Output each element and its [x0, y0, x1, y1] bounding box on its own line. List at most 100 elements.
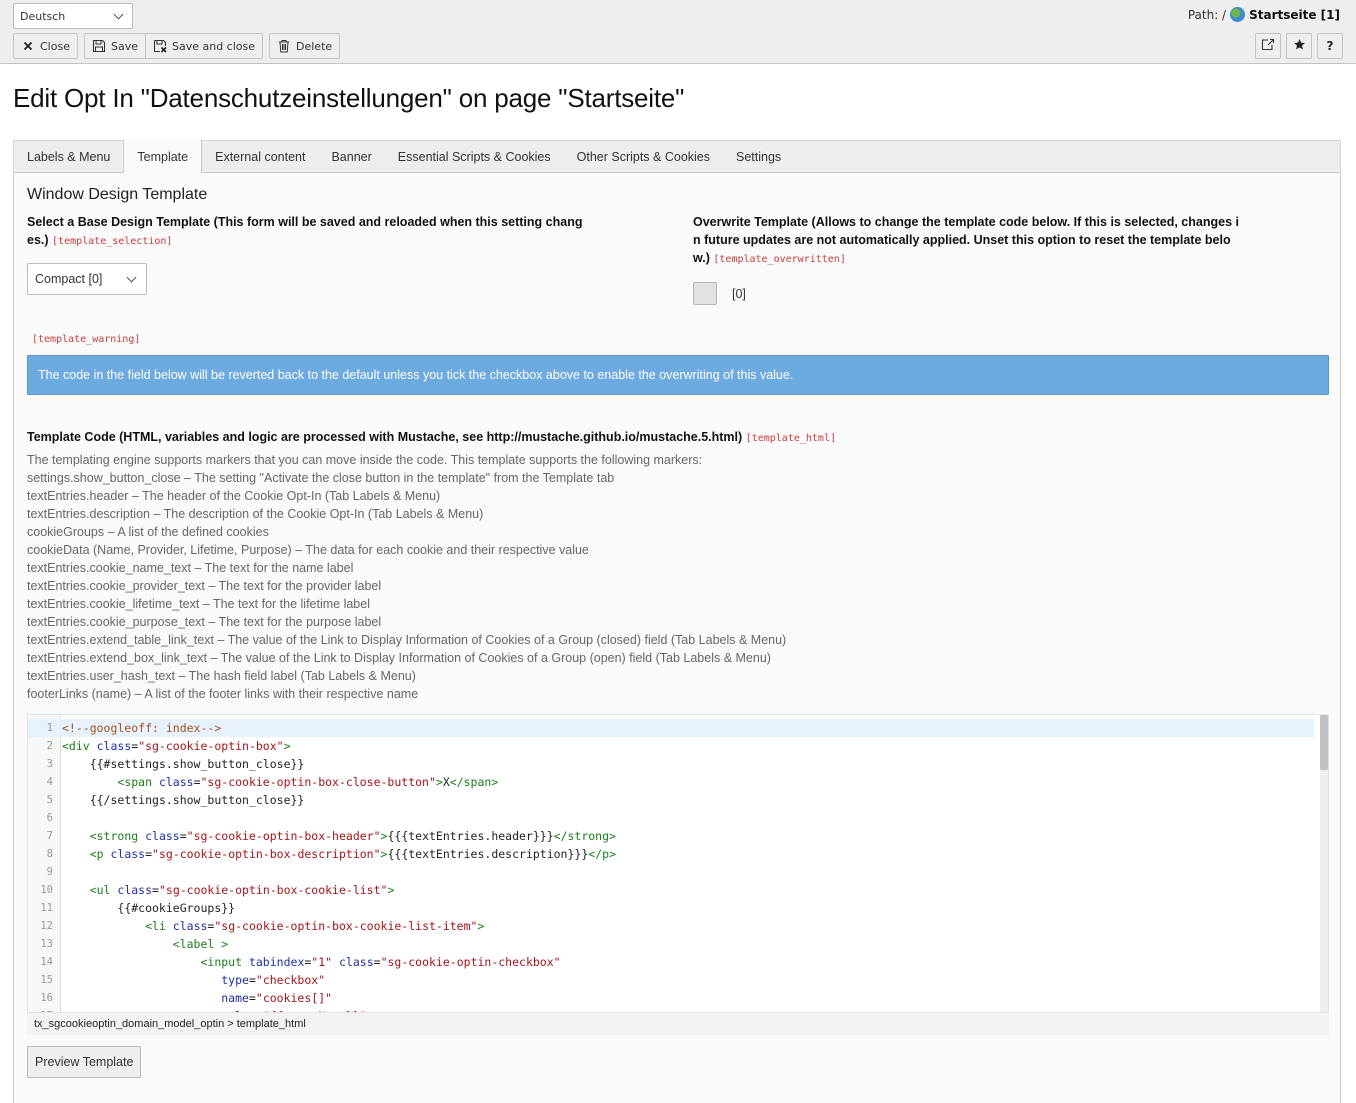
code-line[interactable]: 4 <span class="sg-cookie-optin-box-close…: [28, 773, 1314, 791]
code-text: name="cookies[]": [57, 989, 332, 1007]
code-token-txt: =: [152, 883, 159, 897]
code-line[interactable]: 15 type="checkbox": [28, 971, 1314, 989]
line-number: 7: [46, 830, 53, 842]
description-line: textEntries.cookie_purpose_text – The te…: [27, 615, 382, 629]
close-icon: [21, 39, 35, 53]
save-button[interactable]: Save: [83, 33, 146, 59]
line-number: 8: [46, 848, 53, 860]
language-select[interactable]: Deutsch: [13, 3, 133, 29]
code-token-str: "sg-cookie-optin-box": [138, 739, 284, 753]
code-line[interactable]: 14 <input tabindex="1" class="sg-cookie-…: [28, 953, 1314, 971]
overwrite-template-checkbox[interactable]: [693, 282, 717, 305]
delete-button-label: Delete: [296, 39, 333, 53]
code-line[interactable]: 1 <!--googleoff: index-->: [28, 719, 1314, 737]
chevron-down-icon: [113, 9, 124, 19]
page-title: Edit Opt In "Datenschutzeinstellungen" o…: [13, 83, 685, 113]
code-line[interactable]: 11 {{#cookieGroups}}: [28, 899, 1314, 917]
bookmark-button[interactable]: [1286, 33, 1312, 59]
description-line: textEntries.cookie_name_text – The text …: [27, 561, 354, 575]
tab-external-content[interactable]: External content: [202, 141, 318, 172]
code-line[interactable]: 10 <ul class="sg-cookie-optin-box-cookie…: [28, 881, 1314, 899]
editor-status-path-text: tx_sgcookieoptin_domain_model_optin > te…: [34, 1018, 306, 1030]
help-button[interactable]: ?: [1317, 33, 1343, 59]
code-line[interactable]: 6: [28, 809, 1314, 827]
code-text: <strong class="sg-cookie-optin-box-heade…: [57, 827, 616, 845]
template-tab-panel: Window Design Template Select a Base Des…: [13, 173, 1341, 1103]
overwrite-label-line1: Overwrite Template (Allows to change the…: [693, 215, 1239, 229]
tab-template[interactable]: Template: [123, 140, 203, 173]
code-token-txt: {{/settings.show_button_close}}: [89, 793, 305, 807]
description-line: cookieGroups – A list of the defined coo…: [27, 525, 269, 539]
code-text: <p class="sg-cookie-optin-box-descriptio…: [57, 845, 616, 863]
code-line[interactable]: 2 <div class="sg-cookie-optin-box">: [28, 737, 1314, 755]
code-line[interactable]: 12 <li class="sg-cookie-optin-box-cookie…: [28, 917, 1314, 935]
code-token-txt: =: [248, 991, 256, 1005]
tab-labels-menu[interactable]: Labels & Menu: [14, 141, 123, 172]
open-in-new-window-icon: [1261, 38, 1275, 54]
template-code-field-name: [template_html]: [745, 433, 836, 444]
code-text: <div class="sg-cookie-optin-box">: [57, 737, 291, 755]
description-line: textEntries.cookie_provider_text – The t…: [27, 579, 382, 593]
description-line: textEntries.description – The descriptio…: [27, 507, 484, 521]
code-token-str: "sg-cookie-optin-box-description": [152, 847, 381, 861]
path-page[interactable]: Startseite [1]: [1249, 8, 1340, 22]
code-token-tag: <ul: [89, 883, 118, 897]
code-line[interactable]: 9: [28, 863, 1314, 881]
delete-button[interactable]: Delete: [269, 33, 341, 59]
description-line: cookieData (Name, Provider, Lifetime, Pu…: [27, 543, 589, 557]
line-number: 3: [46, 758, 53, 770]
line-number: 13: [40, 938, 53, 950]
globe-icon: [1230, 7, 1246, 22]
code-token-tag: <p: [89, 847, 111, 861]
code-token-txt: {{{textEntries.description}}}: [387, 847, 589, 861]
code-text: <label >: [57, 935, 228, 953]
line-number: 9: [46, 866, 53, 878]
editor-lines[interactable]: 1 <!--googleoff: index--> 2 <div class="sg-…: [28, 719, 1314, 1012]
line-number: 4: [46, 776, 53, 788]
code-token-tag: <strong: [89, 829, 146, 843]
code-token-attr: class: [172, 919, 208, 933]
code-token-str: "1": [311, 955, 333, 969]
tab-other-scripts-cookies[interactable]: Other Scripts & Cookies: [564, 141, 723, 172]
code-line[interactable]: 8 <p class="sg-cookie-optin-box-descript…: [28, 845, 1314, 863]
code-line[interactable]: 3 {{#settings.show_button_close}}: [28, 755, 1314, 773]
preview-template-button[interactable]: Preview Template: [27, 1046, 142, 1078]
code-token-attr: class: [117, 883, 153, 897]
editor-scrollbar-thumb[interactable]: [1320, 715, 1328, 770]
tab-essential-scripts-cookies[interactable]: Essential Scripts & Cookies: [385, 141, 564, 172]
tab-banner[interactable]: Banner: [318, 141, 384, 172]
open-in-new-window-button[interactable]: [1255, 33, 1281, 59]
path-label: Path: /: [1187, 7, 1227, 22]
code-token-str: "sg-cookie-optin-box-header": [186, 829, 381, 843]
close-button[interactable]: Close: [13, 33, 78, 59]
template-code-editor[interactable]: 1 <!--googleoff: index--> 2 <div class="sg-…: [27, 714, 1329, 1013]
code-line[interactable]: 5 {{/settings.show_button_close}}: [28, 791, 1314, 809]
code-token-txt: =: [145, 847, 153, 861]
template-code-label: Template Code (HTML, variables and logic…: [27, 428, 836, 448]
editor-scrollbar[interactable]: [1320, 715, 1328, 1012]
code-text: <li class="sg-cookie-optin-box-cookie-li…: [57, 917, 484, 935]
line-number: 15: [40, 974, 53, 986]
code-line[interactable]: 7 <strong class="sg-cookie-optin-box-hea…: [28, 827, 1314, 845]
base-template-select[interactable]: Compact [0]: [27, 263, 147, 295]
code-token-str: "sg-cookie-optin-checkbox": [380, 955, 561, 969]
code-text: type="checkbox": [57, 971, 325, 989]
code-line[interactable]: 16 name="cookies[]": [28, 989, 1314, 1007]
code-line[interactable]: 13 <label >: [28, 935, 1314, 953]
description-line: settings.show_button_close – The setting…: [27, 471, 615, 485]
save-and-close-button[interactable]: Save and close: [145, 33, 264, 59]
description-line: The templating engine supports markers t…: [27, 453, 703, 467]
overwrite-template-label: Overwrite Template (Allows to change the…: [693, 213, 1239, 269]
code-token-tag: >: [283, 739, 291, 753]
code-token-tag: >: [435, 775, 443, 789]
tab-bar: Labels & Menu Template External content …: [13, 140, 1341, 173]
description-line: textEntries.extend_table_link_text – The…: [27, 633, 787, 647]
save-button-label: Save: [110, 39, 138, 53]
code-token-str: "sg-cookie-optin-box-cookie-list": [158, 883, 388, 897]
tab-settings[interactable]: Settings: [723, 141, 794, 172]
line-number: 11: [40, 902, 53, 914]
line-number: 2: [46, 740, 53, 752]
description-line: textEntries.user_hash_text – The hash fi…: [27, 669, 416, 683]
